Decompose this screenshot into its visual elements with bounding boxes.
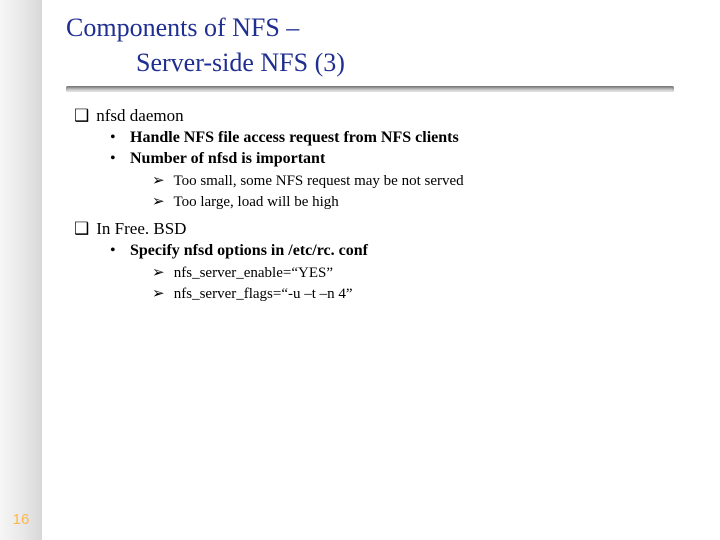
sidebar-label-wrap: Computer Center, CS, NCTU (0, 0, 42, 420)
slide: Computer Center, CS, NCTU 16 Components … (0, 0, 720, 540)
chevron-right-icon: ➢ (152, 263, 170, 282)
chevron-right-icon: ➢ (152, 171, 170, 190)
bullet-specify-options: • Specify nfsd options in /etc/rc. conf (110, 242, 700, 260)
bullet-server-enable: ➢ nfs_server_enable=“YES” (152, 263, 700, 282)
sidebar: Computer Center, CS, NCTU 16 (0, 0, 42, 540)
dot-bullet-icon: • (110, 242, 126, 260)
bullet-freebsd: ❑ In Free. BSD (74, 219, 700, 239)
bullet-too-small: ➢ Too small, some NFS request may be not… (152, 171, 700, 190)
square-bullet-icon: ❑ (74, 219, 92, 239)
bullet-server-flags: ➢ nfs_server_flags=“-u –t –n 4” (152, 284, 700, 303)
dot-bullet-icon: • (110, 150, 126, 168)
dot-bullet-icon: • (110, 129, 126, 147)
title-rule (66, 86, 674, 92)
bullet-text: In Free. BSD (96, 219, 186, 238)
content: Components of NFS – Server-side NFS (3) … (66, 10, 700, 305)
bullet-text: nfs_server_enable=“YES” (174, 265, 333, 281)
bullet-text: Handle NFS file access request from NFS … (130, 129, 459, 146)
body: ❑ nfsd daemon • Handle NFS file access r… (66, 106, 700, 303)
chevron-right-icon: ➢ (152, 192, 170, 211)
square-bullet-icon: ❑ (74, 106, 92, 126)
bullet-text: nfs_server_flags=“-u –t –n 4” (174, 286, 353, 302)
bullet-text: Too small, some NFS request may be not s… (173, 173, 463, 189)
bullet-handle: • Handle NFS file access request from NF… (110, 129, 700, 147)
chevron-right-icon: ➢ (152, 284, 170, 303)
bullet-too-large: ➢ Too large, load will be high (152, 192, 700, 211)
slide-title: Components of NFS – Server-side NFS (3) (66, 10, 700, 80)
bullet-nfsd: ❑ nfsd daemon (74, 106, 700, 126)
title-line-1: Components of NFS – (66, 10, 700, 45)
bullet-text: Specify nfsd options in /etc/rc. conf (130, 242, 368, 259)
page-number: 16 (0, 511, 42, 528)
bullet-text: Number of nfsd is important (130, 150, 325, 167)
title-line-2: Server-side NFS (3) (66, 45, 700, 80)
bullet-text: Too large, load will be high (173, 194, 338, 210)
bullet-number-important: • Number of nfsd is important (110, 150, 700, 168)
bullet-text: nfsd daemon (96, 106, 183, 125)
